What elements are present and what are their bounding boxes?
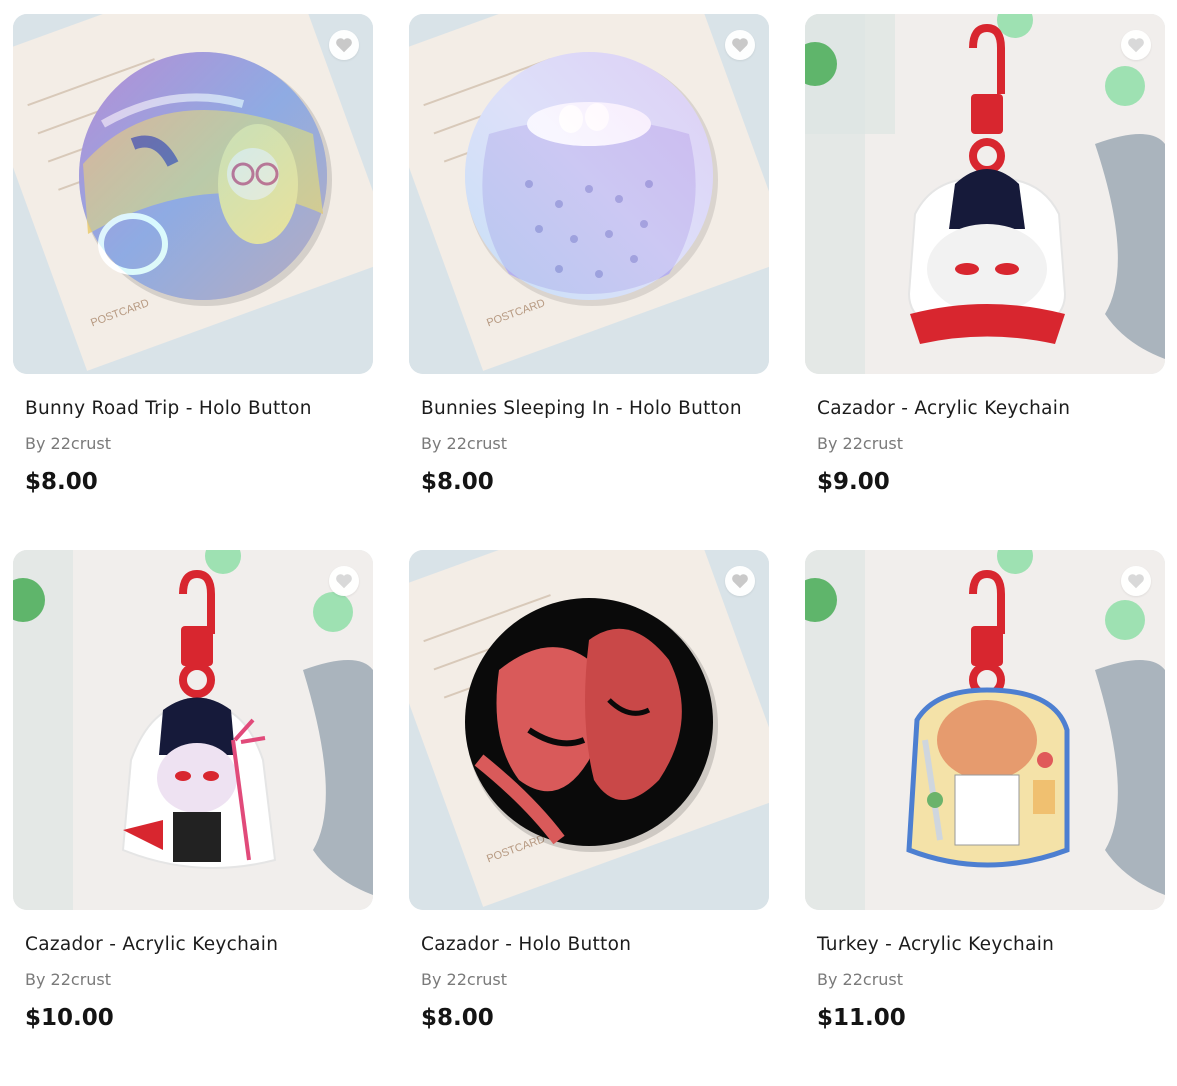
product-image[interactable]: POSTCARD — [409, 550, 769, 910]
product-price: $11.00 — [817, 1005, 906, 1031]
product-price: $9.00 — [817, 469, 890, 495]
product-title[interactable]: Bunnies Sleeping In - Holo Button — [421, 398, 742, 419]
holo-button-cazador-kiss-image: POSTCARD — [409, 550, 769, 910]
product-card[interactable]: Turkey - Acrylic Keychain By 22crust $11… — [805, 550, 1165, 1086]
acrylic-keychain-cazador-image — [805, 14, 1165, 374]
product-seller[interactable]: By 22crust — [421, 434, 507, 453]
product-price: $8.00 — [25, 469, 98, 495]
favorite-button[interactable] — [329, 30, 359, 60]
product-seller[interactable]: By 22crust — [817, 434, 903, 453]
product-image[interactable] — [805, 14, 1165, 374]
product-seller[interactable]: By 22crust — [817, 970, 903, 989]
product-card[interactable]: Cazador - Acrylic Keychain By 22crust $9… — [805, 14, 1165, 550]
product-price: $10.00 — [25, 1005, 114, 1031]
acrylic-keychain-turkey-image — [805, 550, 1165, 910]
favorite-button[interactable] — [1121, 566, 1151, 596]
product-title[interactable]: Turkey - Acrylic Keychain — [817, 934, 1054, 955]
heart-icon — [732, 574, 748, 589]
holo-button-bunnies-sleeping-image: POSTCARD — [409, 14, 769, 374]
product-card[interactable]: Cazador - Acrylic Keychain By 22crust $1… — [13, 550, 373, 1086]
product-seller[interactable]: By 22crust — [25, 434, 111, 453]
heart-icon — [1128, 38, 1144, 53]
product-image[interactable]: POSTCARD — [409, 14, 769, 374]
product-image[interactable] — [13, 550, 373, 910]
heart-icon — [732, 38, 748, 53]
product-title[interactable]: Cazador - Holo Button — [421, 934, 631, 955]
holo-button-bunny-road-trip-image: POSTCARD — [13, 14, 373, 374]
product-price: $8.00 — [421, 469, 494, 495]
heart-icon — [1128, 574, 1144, 589]
product-card[interactable]: POSTCARD Cazador - Holo Button By 22crus… — [409, 550, 769, 1086]
product-title[interactable]: Cazador - Acrylic Keychain — [25, 934, 278, 955]
product-card[interactable]: POSTCARD — [409, 14, 769, 550]
product-title[interactable]: Bunny Road Trip - Holo Button — [25, 398, 312, 419]
product-seller[interactable]: By 22crust — [421, 970, 507, 989]
favorite-button[interactable] — [1121, 30, 1151, 60]
acrylic-keychain-cazador-devil-image — [13, 550, 373, 910]
product-title[interactable]: Cazador - Acrylic Keychain — [817, 398, 1070, 419]
product-card[interactable]: POSTCARD — [13, 14, 373, 550]
favorite-button[interactable] — [725, 566, 755, 596]
product-image[interactable] — [805, 550, 1165, 910]
product-image[interactable]: POSTCARD — [13, 14, 373, 374]
product-grid: POSTCARD Bunny Road Trip - Holo Button B… — [13, 14, 1165, 1086]
favorite-button[interactable] — [725, 30, 755, 60]
heart-icon — [336, 38, 352, 53]
product-price: $8.00 — [421, 1005, 494, 1031]
product-seller[interactable]: By 22crust — [25, 970, 111, 989]
heart-icon — [336, 574, 352, 589]
favorite-button[interactable] — [329, 566, 359, 596]
